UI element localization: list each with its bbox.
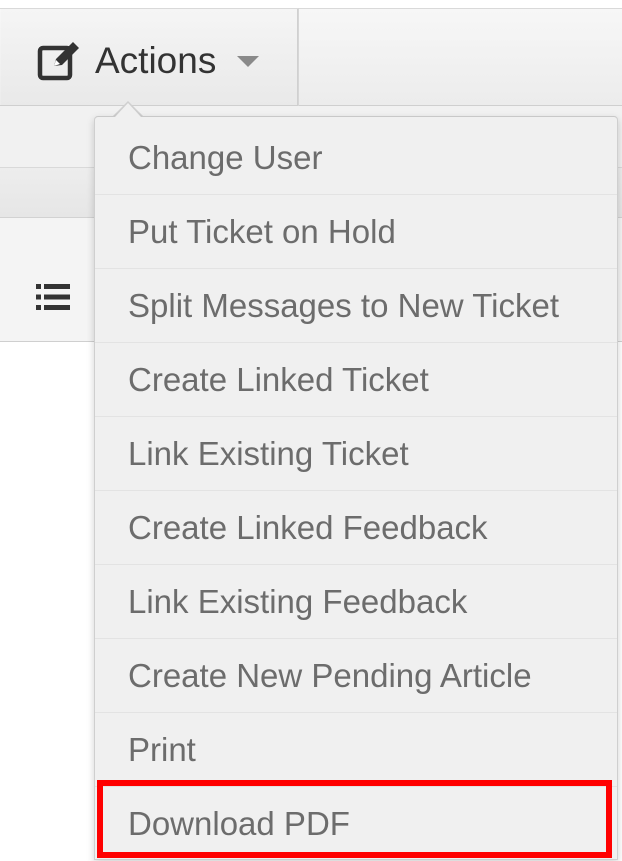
- menu-pointer-fill: [115, 103, 141, 117]
- menu-item-change-user[interactable]: Change User: [95, 121, 617, 195]
- menu-item-link-existing-ticket[interactable]: Link Existing Ticket: [95, 417, 617, 491]
- actions-dropdown-menu: Change User Put Ticket on Hold Split Mes…: [94, 116, 618, 860]
- toolbar-divider: [298, 8, 299, 106]
- menu-item-split-messages[interactable]: Split Messages to New Ticket: [95, 269, 617, 343]
- edit-icon: [37, 42, 79, 81]
- list-icon[interactable]: [36, 284, 70, 310]
- menu-item-create-linked-ticket[interactable]: Create Linked Ticket: [95, 343, 617, 417]
- menu-item-print[interactable]: Print: [95, 713, 617, 787]
- actions-dropdown-button[interactable]: Actions: [1, 9, 298, 105]
- actions-label: Actions: [95, 40, 217, 81]
- top-edge: [0, 0, 622, 8]
- menu-item-create-linked-feedback[interactable]: Create Linked Feedback: [95, 491, 617, 565]
- caret-down-icon: [237, 56, 259, 67]
- menu-item-create-new-pending-article[interactable]: Create New Pending Article: [95, 639, 617, 713]
- menu-item-put-ticket-on-hold[interactable]: Put Ticket on Hold: [95, 195, 617, 269]
- highlight-annotation: [97, 780, 612, 858]
- menu-item-link-existing-feedback[interactable]: Link Existing Feedback: [95, 565, 617, 639]
